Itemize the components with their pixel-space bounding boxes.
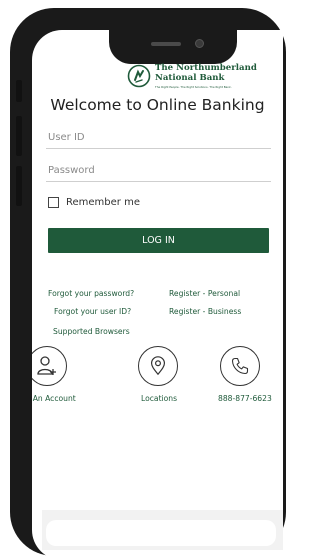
- camera: [195, 39, 204, 48]
- remember-me[interactable]: Remember me: [48, 197, 140, 208]
- volume-up-button: [16, 116, 22, 156]
- locations-label[interactable]: Locations: [141, 394, 177, 403]
- phone-button[interactable]: [220, 346, 260, 386]
- bank-logo: The Northumberland National Bank The Rig…: [127, 63, 267, 94]
- speaker: [151, 42, 181, 46]
- silent-switch: [16, 80, 22, 102]
- phone-frame: The Northumberland National Bank The Rig…: [10, 8, 286, 556]
- forgot-password-link[interactable]: Forgot your password?: [48, 289, 134, 298]
- location-pin-icon: [150, 356, 166, 376]
- register-business-link[interactable]: Register - Business: [169, 307, 241, 316]
- user-id-input[interactable]: [46, 127, 271, 149]
- phone-icon: [231, 357, 249, 375]
- remember-me-label: Remember me: [66, 197, 140, 208]
- supported-browsers-link[interactable]: Supported Browsers: [53, 327, 130, 336]
- add-user-icon: [37, 356, 56, 375]
- bank-logo-icon: [127, 64, 151, 88]
- open-account-button[interactable]: [32, 346, 67, 386]
- bank-name-line2: National Bank: [155, 72, 225, 83]
- screen: The Northumberland National Bank The Rig…: [32, 30, 283, 556]
- notch: [109, 30, 237, 64]
- open-account-label[interactable]: Open An Account: [32, 394, 76, 403]
- login-button[interactable]: LOG IN: [48, 228, 269, 253]
- bank-tagline: The Right People. The Right Solutions. T…: [155, 85, 232, 89]
- bank-name: The Northumberland National Bank: [155, 63, 257, 83]
- password-input[interactable]: [46, 160, 271, 182]
- home-indicator-area: [46, 520, 276, 546]
- phone-number-label[interactable]: 888-877-6623: [218, 394, 272, 403]
- register-personal-link[interactable]: Register - Personal: [169, 289, 240, 298]
- volume-down-button: [16, 166, 22, 206]
- locations-button[interactable]: [138, 346, 178, 386]
- remember-me-checkbox[interactable]: [48, 197, 59, 208]
- page-title: Welcome to Online Banking: [50, 96, 265, 114]
- forgot-user-id-link[interactable]: Forgot your user ID?: [54, 307, 131, 316]
